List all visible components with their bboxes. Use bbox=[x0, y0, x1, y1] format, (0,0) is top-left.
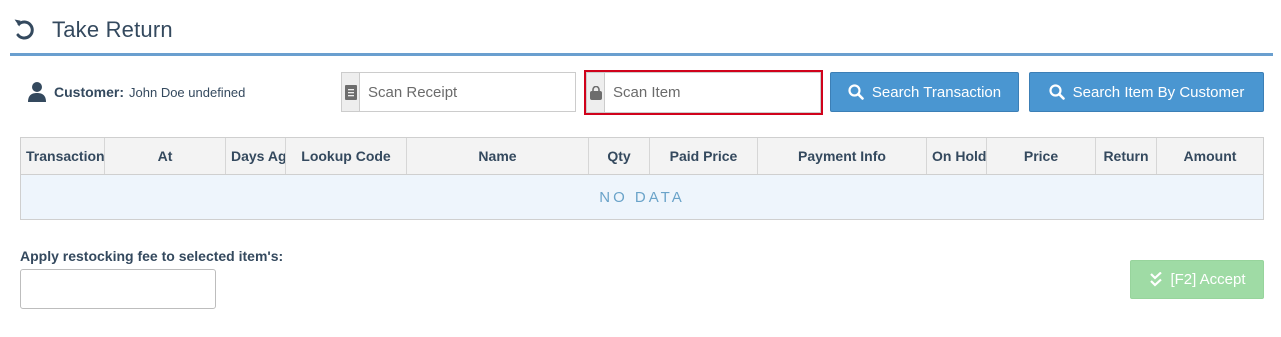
undo-icon bbox=[14, 19, 34, 40]
restocking-fee-label: Apply restocking fee to selected item's: bbox=[20, 248, 284, 264]
column-header[interactable]: Name bbox=[407, 138, 589, 174]
scan-receipt-group bbox=[341, 72, 576, 112]
user-icon bbox=[28, 82, 46, 102]
shopping-bag-icon bbox=[586, 72, 604, 113]
scan-receipt-input[interactable] bbox=[359, 72, 576, 112]
grid-header: Transaction At Days Ago Lookup Code Name… bbox=[21, 138, 1263, 175]
scan-item-highlight bbox=[584, 70, 823, 115]
accept-label: [F2] Accept bbox=[1170, 271, 1246, 288]
scan-item-group bbox=[586, 72, 821, 113]
column-header[interactable]: Amount bbox=[1157, 138, 1263, 174]
page-header: Take Return bbox=[10, 0, 1273, 56]
no-data-text: NO DATA bbox=[599, 188, 685, 206]
restocking-fee-input[interactable] bbox=[20, 269, 216, 309]
column-header[interactable]: Price bbox=[987, 138, 1096, 174]
search-transaction-button[interactable]: Search Transaction bbox=[830, 72, 1019, 112]
customer-name: John Doe undefined bbox=[129, 84, 246, 100]
column-header[interactable]: At bbox=[105, 138, 226, 174]
double-check-icon bbox=[1150, 271, 1163, 287]
search-icon bbox=[1049, 84, 1065, 100]
customer-label: Customer: bbox=[54, 84, 125, 100]
column-header[interactable]: Days Ago bbox=[226, 138, 286, 174]
column-header[interactable]: Payment Info bbox=[758, 138, 927, 174]
accept-button[interactable]: [F2] Accept bbox=[1130, 260, 1264, 299]
customer-info: Customer: John Doe undefined bbox=[27, 80, 245, 104]
grid-empty-state: NO DATA bbox=[21, 175, 1263, 219]
search-item-by-customer-button[interactable]: Search Item By Customer bbox=[1029, 72, 1264, 112]
column-header[interactable]: Qty bbox=[589, 138, 650, 174]
search-transaction-label: Search Transaction bbox=[871, 83, 1002, 101]
search-item-by-customer-label: Search Item By Customer bbox=[1072, 83, 1245, 101]
column-header[interactable]: Lookup Code bbox=[286, 138, 407, 174]
search-icon bbox=[848, 84, 864, 100]
column-header[interactable]: Transaction bbox=[21, 138, 105, 174]
column-header[interactable]: Return bbox=[1096, 138, 1157, 174]
receipt-icon bbox=[341, 72, 359, 112]
page-title: Take Return bbox=[52, 17, 173, 42]
scan-item-input[interactable] bbox=[604, 72, 821, 113]
column-header[interactable]: On Hold bbox=[927, 138, 987, 174]
column-header[interactable]: Paid Price bbox=[650, 138, 758, 174]
returns-grid: Transaction At Days Ago Lookup Code Name… bbox=[20, 137, 1264, 220]
